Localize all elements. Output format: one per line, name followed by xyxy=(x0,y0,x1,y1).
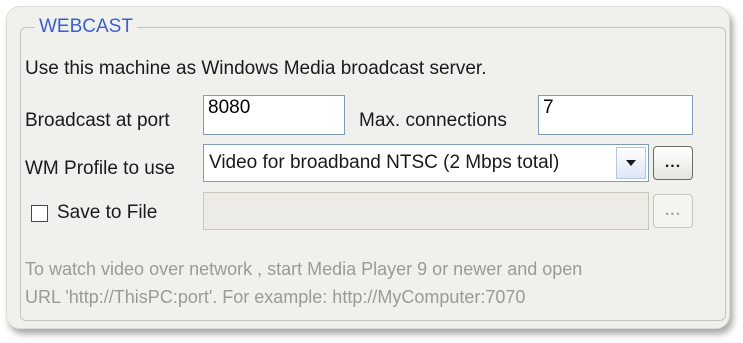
save-browse-label: ... xyxy=(664,202,682,219)
hint-line-1: To watch video over network , start Medi… xyxy=(25,259,583,279)
group-title: WEBCAST xyxy=(35,15,137,39)
profile-dropdown[interactable]: Video for broadband NTSC (2 Mbps total) xyxy=(203,144,649,182)
port-input[interactable]: 8080 xyxy=(203,95,345,135)
connections-label: Max. connections xyxy=(359,110,507,131)
profile-browse-button[interactable]: ... xyxy=(653,146,693,180)
webcast-panel: WEBCAST Use this machine as Windows Medi… xyxy=(6,6,730,329)
profile-label: WM Profile to use xyxy=(25,158,175,179)
save-to-file-checkbox[interactable] xyxy=(31,205,48,222)
hint-line-2: URL 'http://ThisPC:port'. For example: h… xyxy=(25,287,526,307)
port-label: Broadcast at port xyxy=(25,110,170,131)
chevron-down-icon xyxy=(626,160,636,166)
profile-selected: Video for broadband NTSC (2 Mbps total) xyxy=(209,152,560,173)
group-description: Use this machine as Windows Media broadc… xyxy=(25,58,487,79)
connections-input[interactable]: 7 xyxy=(538,95,693,135)
save-browse-button[interactable]: ... xyxy=(653,194,693,228)
save-to-file-label[interactable]: Save to File xyxy=(57,201,157,225)
connections-value: 7 xyxy=(543,97,554,118)
port-value: 8080 xyxy=(208,97,251,118)
save-path-input[interactable] xyxy=(203,192,649,230)
dropdown-arrow-button[interactable] xyxy=(616,147,646,179)
profile-browse-label: ... xyxy=(664,154,682,171)
